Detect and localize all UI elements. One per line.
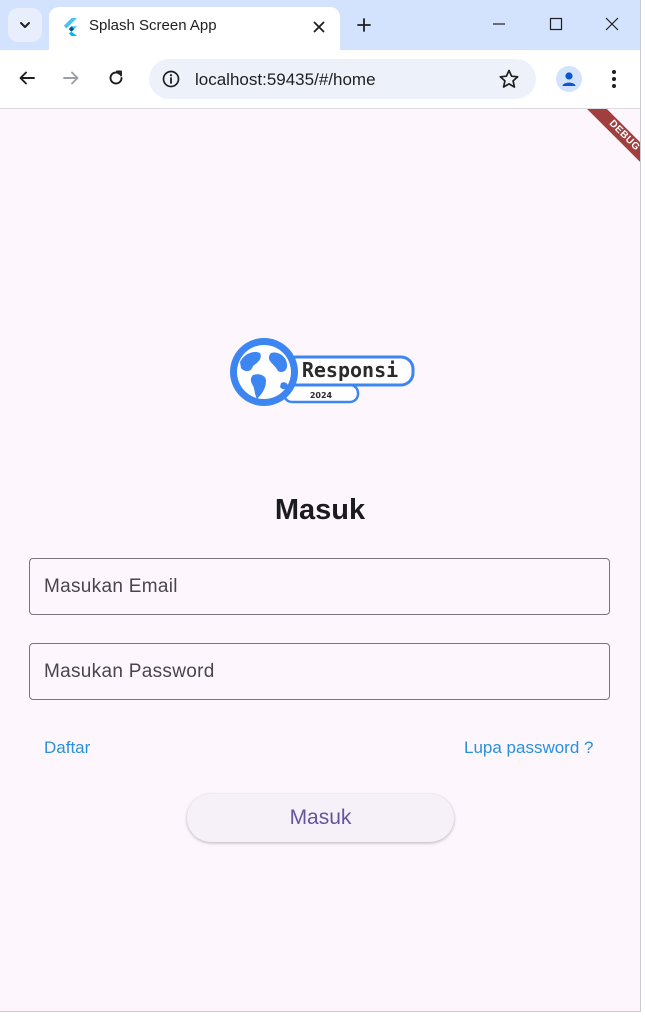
- browser-tab[interactable]: Splash Screen App: [49, 7, 340, 50]
- flutter-icon: [63, 18, 77, 36]
- tab-search-button[interactable]: [8, 8, 42, 42]
- new-tab-button[interactable]: [352, 13, 376, 37]
- debug-banner: DEBUG: [583, 109, 640, 177]
- info-icon[interactable]: [161, 69, 181, 89]
- star-icon[interactable]: [498, 68, 520, 90]
- login-button[interactable]: Masuk: [187, 794, 454, 842]
- password-field[interactable]: [29, 643, 610, 700]
- email-field[interactable]: [29, 558, 610, 615]
- forgot-password-link[interactable]: Lupa password ?: [464, 738, 593, 758]
- close-window-button[interactable]: [597, 9, 627, 39]
- logo-brand-text: Responsi: [302, 358, 398, 382]
- minimize-icon: [493, 23, 505, 25]
- browser-menu-button[interactable]: [604, 66, 624, 92]
- app-viewport: DEBUG Responsi 2024 Masuk Daftar Lupa pa…: [0, 109, 640, 1011]
- minimize-button[interactable]: [484, 9, 514, 39]
- arrow-left-icon: [19, 71, 35, 85]
- chevron-down-icon: [20, 22, 30, 28]
- profile-button[interactable]: [556, 66, 582, 92]
- register-link[interactable]: Daftar: [44, 738, 90, 758]
- password-input[interactable]: [30, 644, 609, 699]
- responsi-logo: Responsi 2024: [230, 338, 415, 406]
- reload-button[interactable]: [103, 65, 129, 91]
- title-bar: Splash Screen App: [0, 0, 640, 50]
- address-bar[interactable]: localhost:59435/#/home: [149, 59, 536, 99]
- plus-icon: [357, 18, 371, 32]
- page-title: Masuk: [274, 494, 366, 526]
- forward-button[interactable]: [58, 65, 84, 91]
- reload-icon: [109, 70, 123, 85]
- browser-toolbar: localhost:59435/#/home: [0, 50, 640, 109]
- email-input[interactable]: [30, 559, 609, 614]
- more-vert-icon: [612, 70, 616, 88]
- arrow-right-icon: [63, 71, 79, 85]
- back-button[interactable]: [14, 65, 40, 91]
- url-text[interactable]: localhost:59435/#/home: [195, 70, 376, 90]
- browser-window: Splash Screen App localhost:59435/#/home…: [0, 0, 640, 1011]
- close-icon: [313, 21, 325, 33]
- maximize-icon: [549, 17, 563, 31]
- logo-year-text: 2024: [310, 391, 333, 400]
- tab-title: Splash Screen App: [89, 17, 217, 34]
- close-icon: [605, 17, 619, 31]
- user-icon: [562, 72, 576, 86]
- tab-close-button[interactable]: [308, 16, 330, 38]
- maximize-button[interactable]: [541, 9, 571, 39]
